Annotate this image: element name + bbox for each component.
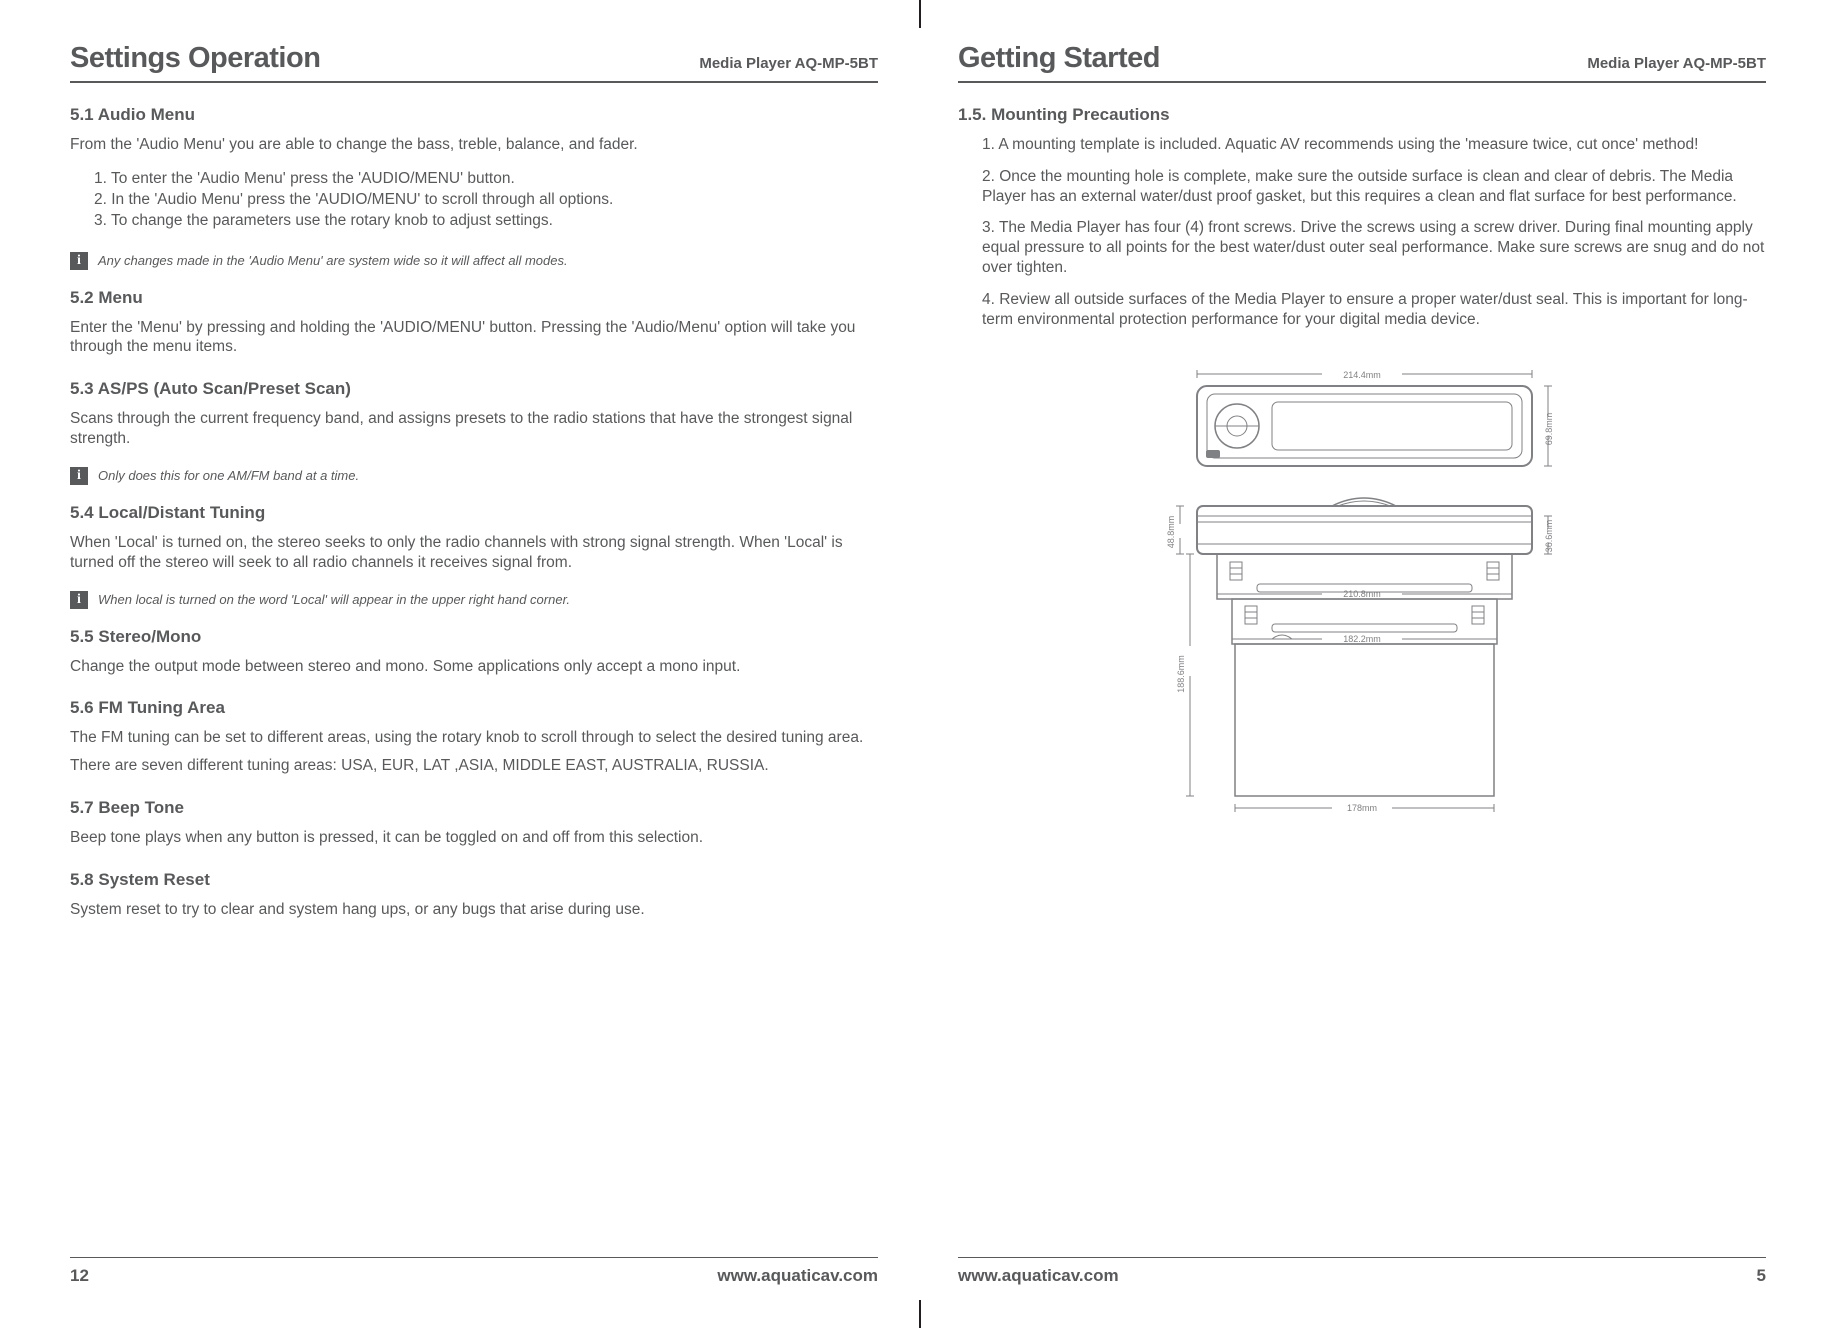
section-5-5-title: 5.5 Stereo/Mono — [70, 627, 878, 647]
info-text: Only does this for one AM/FM band at a t… — [98, 468, 359, 483]
precaution-4: 4. Review all outside surfaces of the Me… — [982, 290, 1766, 330]
section-5-6-title: 5.6 FM Tuning Area — [70, 698, 878, 718]
dim-w-front: 214.4mm — [1343, 370, 1381, 380]
section-5-7-title: 5.7 Beep Tone — [70, 798, 878, 818]
section-5-2-body: Enter the 'Menu' by pressing and holding… — [70, 318, 878, 358]
device-dimensions-svg: 214.4mm 69.8mm — [1102, 366, 1622, 836]
info-callout: i When local is turned on the word 'Loca… — [70, 591, 878, 609]
page-header: Getting Started Media Player AQ-MP-5BT — [958, 42, 1766, 83]
section-5-6-body2: There are seven different tuning areas: … — [70, 756, 878, 776]
section-5-1-intro: From the 'Audio Menu' you are able to ch… — [70, 135, 878, 155]
step-1: 1. To enter the 'Audio Menu' press the '… — [94, 169, 878, 190]
section-1-5-title: 1.5. Mounting Precautions — [958, 105, 1766, 125]
section-5-8-title: 5.8 System Reset — [70, 870, 878, 890]
dim-w-base: 178mm — [1347, 803, 1377, 813]
dim-h-lip: 36.6mm — [1544, 519, 1554, 552]
footer-url: www.aquaticav.com — [717, 1266, 878, 1286]
section-5-6-body1: The FM tuning can be set to different ar… — [70, 728, 878, 748]
info-callout: i Only does this for one AM/FM band at a… — [70, 467, 878, 485]
info-icon: i — [70, 252, 88, 270]
section-5-7-body: Beep tone plays when any button is press… — [70, 828, 878, 848]
precaution-1: 1. A mounting template is included. Aqua… — [982, 135, 1766, 155]
page-title: Settings Operation — [70, 42, 320, 75]
section-5-4-body: When 'Local' is turned on, the stereo se… — [70, 533, 878, 573]
info-icon: i — [70, 591, 88, 609]
precautions-list: 1. A mounting template is included. Aqua… — [982, 135, 1766, 342]
footer-url: www.aquaticav.com — [958, 1266, 1119, 1286]
dim-h-top: 48.8mm — [1166, 515, 1176, 548]
info-text: Any changes made in the 'Audio Menu' are… — [98, 253, 568, 268]
dimension-diagram: 214.4mm 69.8mm — [958, 366, 1766, 836]
crop-mark — [919, 1300, 921, 1328]
page-title: Getting Started — [958, 42, 1160, 75]
dim-h-front: 69.8mm — [1544, 412, 1554, 445]
info-icon: i — [70, 467, 88, 485]
precaution-2: 2. Once the mounting hole is complete, m… — [982, 167, 1766, 207]
page-spread: Settings Operation Media Player AQ-MP-5B… — [70, 42, 1766, 1286]
model-label: Media Player AQ-MP-5BT — [1587, 55, 1766, 75]
page-number: 12 — [70, 1266, 89, 1286]
precaution-3: 3. The Media Player has four (4) front s… — [982, 218, 1766, 277]
section-5-8-body: System reset to try to clear and system … — [70, 900, 878, 920]
section-5-3-body: Scans through the current frequency band… — [70, 409, 878, 449]
section-5-2-title: 5.2 Menu — [70, 288, 878, 308]
section-5-4-title: 5.4 Local/Distant Tuning — [70, 503, 878, 523]
section-5-1-title: 5.1 Audio Menu — [70, 105, 878, 125]
step-2: 2. In the 'Audio Menu' press the 'AUDIO/… — [94, 190, 878, 211]
page-footer: www.aquaticav.com 5 — [958, 1257, 1766, 1286]
info-callout: i Any changes made in the 'Audio Menu' a… — [70, 252, 878, 270]
left-page: Settings Operation Media Player AQ-MP-5B… — [70, 42, 878, 1286]
page-footer: 12 www.aquaticav.com — [70, 1257, 878, 1286]
dim-w-inner: 182.2mm — [1343, 634, 1381, 644]
section-5-5-body: Change the output mode between stereo an… — [70, 657, 878, 677]
section-5-3-title: 5.3 AS/PS (Auto Scan/Preset Scan) — [70, 379, 878, 399]
dim-w-mid: 210.8mm — [1343, 589, 1381, 599]
crop-mark — [919, 0, 921, 28]
right-page: Getting Started Media Player AQ-MP-5BT 1… — [958, 42, 1766, 1286]
page-header: Settings Operation Media Player AQ-MP-5B… — [70, 42, 878, 83]
dim-h-side: 188.6mm — [1176, 655, 1186, 693]
page-number: 5 — [1757, 1266, 1766, 1286]
section-5-1-steps: 1. To enter the 'Audio Menu' press the '… — [94, 169, 878, 232]
step-3: 3. To change the parameters use the rota… — [94, 211, 878, 232]
model-label: Media Player AQ-MP-5BT — [699, 55, 878, 75]
info-text: When local is turned on the word 'Local'… — [98, 592, 570, 607]
